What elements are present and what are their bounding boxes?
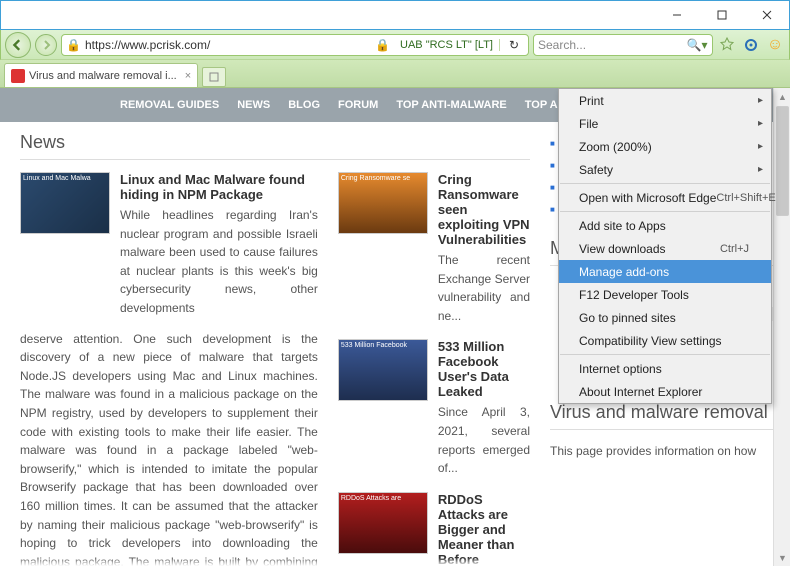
side-story: RDDoS Attacks are RDDoS Attacks are Bigg…: [338, 492, 530, 566]
tab-close-button[interactable]: ×: [185, 70, 191, 82]
section-news-heading: News: [20, 132, 530, 160]
menu-add-site-apps[interactable]: Add site to Apps: [559, 214, 771, 237]
lock-icon: 🔒: [66, 38, 81, 52]
tab-strip: Virus and malware removal i... ×: [0, 60, 790, 88]
menu-print[interactable]: Print: [559, 89, 771, 112]
menu-zoom[interactable]: Zoom (200%): [559, 135, 771, 158]
address-bar-row: 🔒 https://www.pcrisk.com/ 🔒 UAB "RCS LT"…: [0, 30, 790, 60]
page-viewport: REMOVAL GUIDES NEWS BLOG FORUM TOP ANTI-…: [0, 88, 790, 566]
story-thumb: Linux and Mac Malwa: [20, 172, 110, 234]
story-body: While headlines regarding Iran's nuclear…: [120, 206, 318, 318]
forward-button[interactable]: [35, 34, 57, 56]
nav-item[interactable]: TOP ANTI-MALWARE: [396, 99, 506, 111]
menu-f12[interactable]: F12 Developer Tools: [559, 283, 771, 306]
window-maximize-button[interactable]: [699, 1, 744, 29]
story-title[interactable]: 533 Million Facebook User's Data Leaked: [438, 339, 530, 399]
story-thumb: RDDoS Attacks are: [338, 492, 428, 554]
tab-title: Virus and malware removal i...: [29, 70, 177, 82]
favicon-icon: [11, 69, 25, 83]
lock-icon-2: 🔒: [375, 38, 390, 52]
story-thumb: 533 Million Facebook: [338, 339, 428, 401]
section-vmr-heading: Virus and malware removal: [550, 402, 776, 430]
search-icon[interactable]: 🔍▾: [686, 38, 708, 52]
story-thumb: Cring Ransomware se: [338, 172, 428, 234]
tools-button[interactable]: [741, 35, 761, 55]
menu-edge[interactable]: Open with Microsoft EdgeCtrl+Shift+E: [559, 186, 771, 209]
scroll-down-button[interactable]: ▼: [774, 549, 790, 566]
menu-manage-addons[interactable]: Manage add-ons: [559, 260, 771, 283]
favorites-button[interactable]: [717, 35, 737, 55]
refresh-button[interactable]: ↻: [504, 35, 524, 55]
feedback-button[interactable]: ☺: [765, 35, 785, 55]
scroll-thumb[interactable]: [776, 106, 789, 216]
menu-compat[interactable]: Compatibility View settings: [559, 329, 771, 352]
menu-view-downloads[interactable]: View downloadsCtrl+J: [559, 237, 771, 260]
window-close-button[interactable]: [744, 1, 789, 29]
back-button[interactable]: [5, 32, 31, 58]
scrollbar[interactable]: ▲ ▼: [773, 88, 790, 566]
story-body: Since April 3, 2021, several reports eme…: [438, 403, 530, 477]
url-text: https://www.pcrisk.com/: [85, 38, 210, 52]
tools-menu: Print File Zoom (200%) Safety Open with …: [558, 88, 772, 404]
story-title[interactable]: Linux and Mac Malware found hiding in NP…: [120, 172, 318, 202]
nav-item[interactable]: NEWS: [237, 99, 270, 111]
side-story: 533 Million Facebook 533 Million Faceboo…: [338, 339, 530, 477]
story-body-cont: deserve attention. One such development …: [20, 330, 318, 566]
window-titlebar: [0, 0, 790, 30]
story-title[interactable]: RDDoS Attacks are Bigger and Meaner than…: [438, 492, 530, 566]
menu-about[interactable]: About Internet Explorer: [559, 380, 771, 403]
scroll-up-button[interactable]: ▲: [774, 88, 790, 105]
search-placeholder: Search...: [538, 38, 586, 52]
menu-safety[interactable]: Safety: [559, 158, 771, 181]
nav-item[interactable]: BLOG: [288, 99, 320, 111]
story-title[interactable]: Cring Ransomware seen exploiting VPN Vul…: [438, 172, 530, 247]
site-identity: UAB "RCS LT" [LT]: [394, 39, 500, 51]
story-body: The recent Exchange Server vulnerability…: [438, 251, 530, 325]
menu-file[interactable]: File: [559, 112, 771, 135]
new-tab-button[interactable]: [202, 67, 226, 87]
nav-item[interactable]: FORUM: [338, 99, 378, 111]
menu-pinned[interactable]: Go to pinned sites: [559, 306, 771, 329]
address-bar[interactable]: 🔒 https://www.pcrisk.com/ 🔒 UAB "RCS LT"…: [61, 34, 529, 56]
side-story: Cring Ransomware se Cring Ransomware see…: [338, 172, 530, 325]
window-minimize-button[interactable]: [654, 1, 699, 29]
menu-internet-options[interactable]: Internet options: [559, 357, 771, 380]
search-box[interactable]: Search... 🔍▾: [533, 34, 713, 56]
tab-active[interactable]: Virus and malware removal i... ×: [4, 63, 198, 87]
vmr-body: This page provides information on how: [550, 442, 776, 461]
nav-item[interactable]: REMOVAL GUIDES: [120, 99, 219, 111]
